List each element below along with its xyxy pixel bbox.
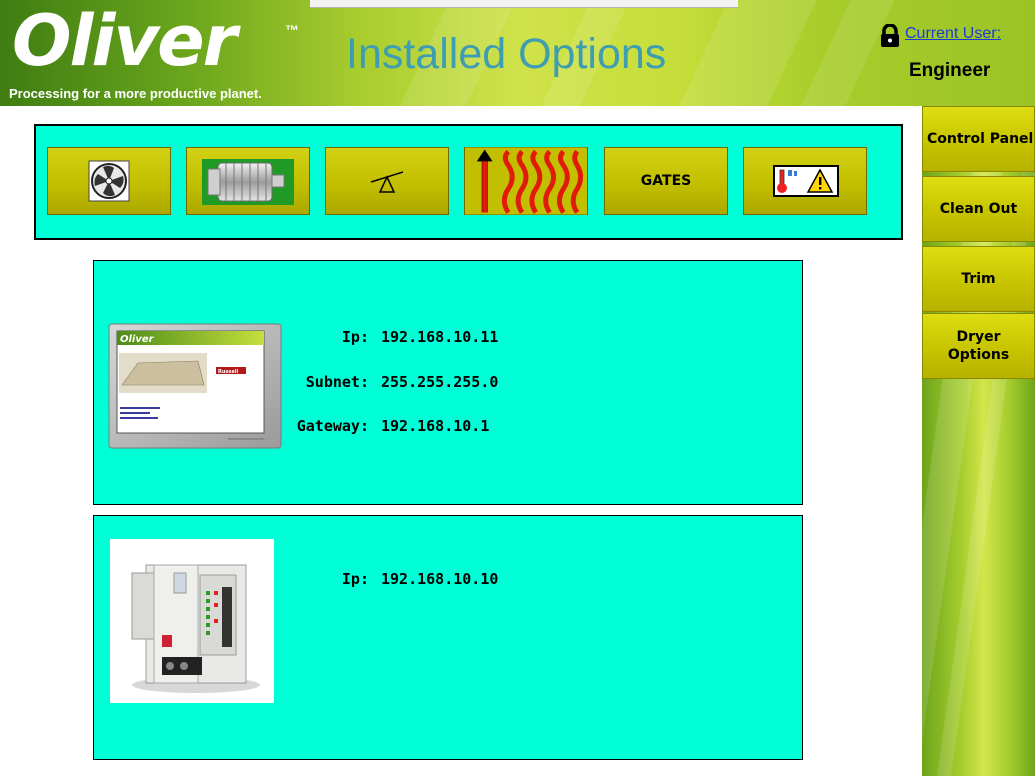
dryer-options-label-line2: Options <box>947 347 1010 363</box>
temperature-warning-icon <box>773 165 839 197</box>
clean-out-button[interactable]: Clean Out <box>922 176 1035 242</box>
hmi-gateway-value: 192.168.10.1 <box>381 417 490 435</box>
tagline: Processing for a more productive planet. <box>9 86 262 101</box>
gates-label: GATES <box>640 173 692 189</box>
lock-icon <box>881 24 899 47</box>
heat-icon <box>465 147 587 215</box>
hmi-subnet-label: Subnet: <box>305 373 369 391</box>
heat-option-button[interactable] <box>464 147 588 215</box>
dryer-options-button[interactable]: Dryer Options <box>922 313 1035 379</box>
plc-controller-image <box>110 539 274 703</box>
trim-button[interactable]: Trim <box>922 246 1035 312</box>
hmi-touchscreen-image: Oliver Russell <box>108 323 282 449</box>
hmi-gateway-label: Gateway: <box>296 417 369 435</box>
oliver-logo: Oliver <box>12 0 237 82</box>
fan-icon <box>88 160 130 202</box>
logo-trademark: ™ <box>285 22 299 38</box>
hmi-ip-label: Ip: <box>341 328 369 346</box>
hmi-subnet-value: 255.255.255.0 <box>381 373 499 391</box>
control-panel-button[interactable]: Control Panel <box>922 106 1035 172</box>
user-name: Engineer <box>909 60 991 81</box>
control-panel-label: Control Panel <box>927 131 1034 147</box>
motor-option-button[interactable] <box>186 147 310 215</box>
scale-icon <box>370 171 404 193</box>
current-user-link[interactable]: Current User: <box>905 25 1001 43</box>
plc-ip-value: 192.168.10.10 <box>381 570 499 588</box>
trim-label: Trim <box>961 271 996 287</box>
app-window: Oliver ™ Processing for a more productiv… <box>0 0 1035 776</box>
header-top-bar <box>310 0 738 8</box>
plc-ip-label: Ip: <box>341 570 369 588</box>
dryer-options-label-line1: Dryer <box>956 329 1001 345</box>
fan-option-button[interactable] <box>47 147 171 215</box>
temperature-warning-option-button[interactable] <box>743 147 867 215</box>
hmi-screen-logo: Oliver <box>120 334 155 345</box>
motor-icon <box>202 159 294 205</box>
gates-option-button[interactable]: GATES <box>604 147 728 215</box>
hmi-ip-value: 192.168.10.11 <box>381 328 499 346</box>
page-title: Installed Options <box>346 30 667 78</box>
hmi-screen-badge: Russell <box>218 369 238 375</box>
header-banner: Oliver ™ Processing for a more productiv… <box>0 0 1035 106</box>
clean-out-label: Clean Out <box>939 201 1018 217</box>
scale-option-button[interactable] <box>325 147 449 215</box>
